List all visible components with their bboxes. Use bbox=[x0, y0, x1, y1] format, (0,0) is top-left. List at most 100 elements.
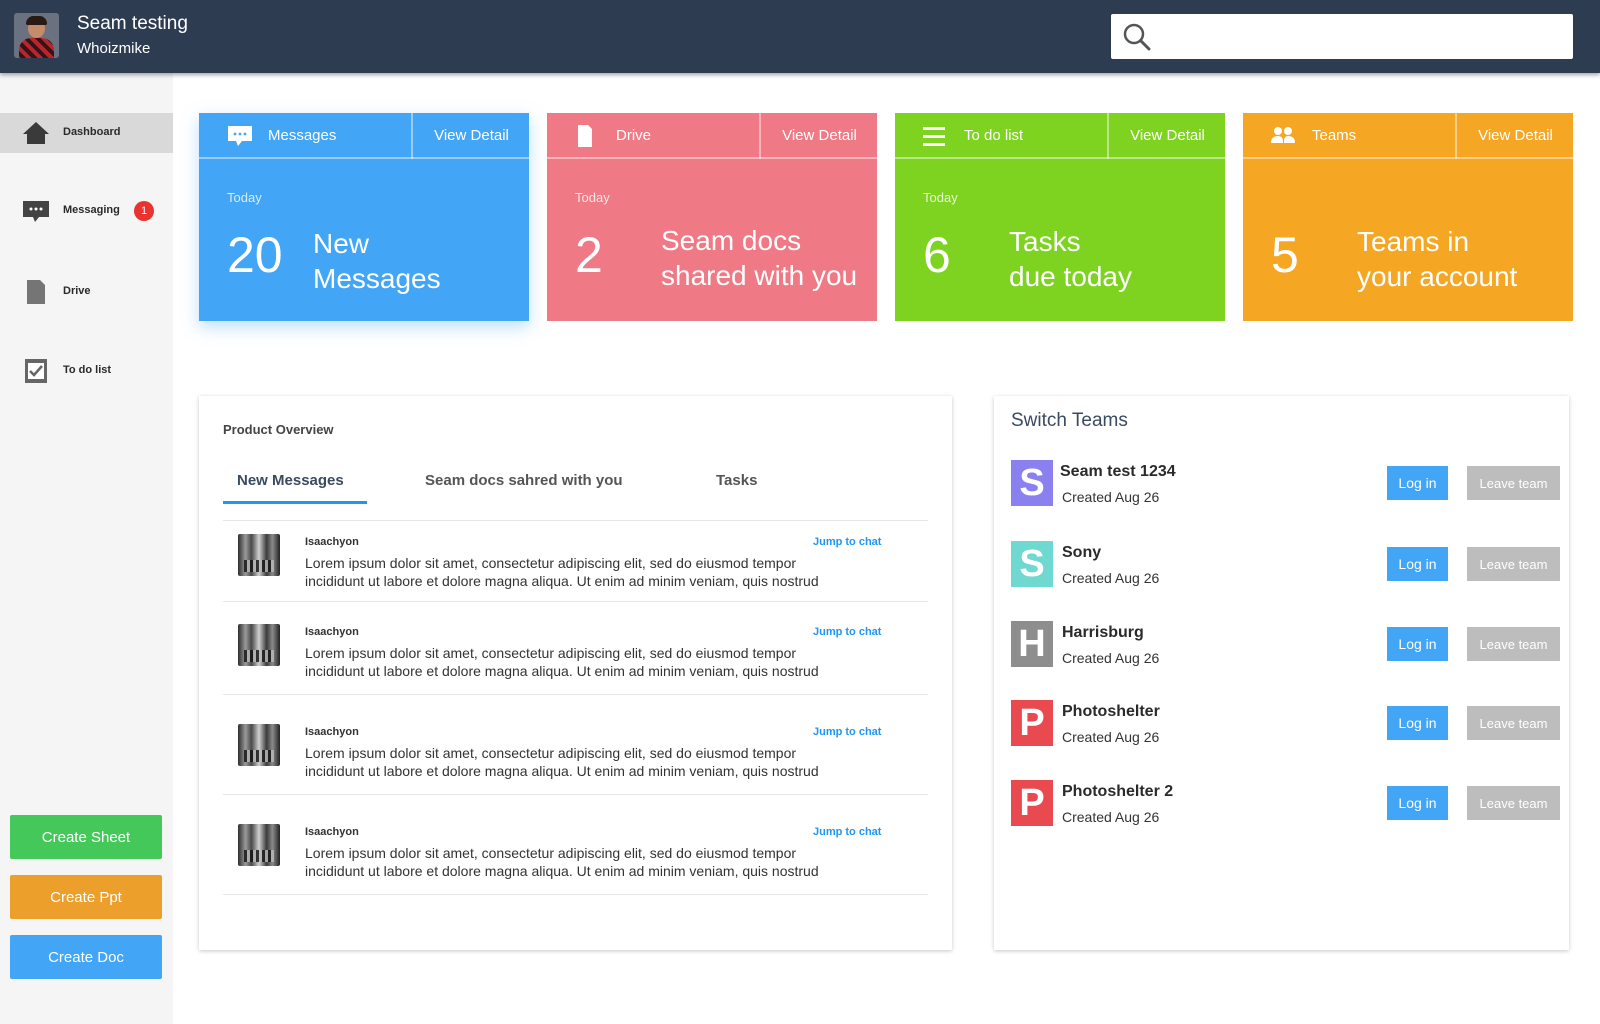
message-sender: Isaachyon bbox=[305, 536, 359, 548]
team-created: Created Aug 26 bbox=[1062, 489, 1160, 505]
switch-teams-panel: Switch Teams S Seam test 1234 Created Au… bbox=[994, 396, 1569, 950]
chat-icon bbox=[228, 126, 252, 146]
document-icon bbox=[27, 280, 45, 304]
create-sheet-button[interactable]: Create Sheet bbox=[10, 815, 162, 859]
team-created: Created Aug 26 bbox=[1062, 650, 1160, 666]
sidebar-item-label: Messaging bbox=[63, 204, 120, 216]
log-in-button[interactable]: Log in bbox=[1387, 706, 1448, 740]
panel-title: Product Overview bbox=[223, 422, 334, 437]
avatar[interactable] bbox=[14, 13, 59, 58]
search-icon[interactable] bbox=[1122, 22, 1152, 52]
leave-team-button[interactable]: Leave team bbox=[1467, 466, 1560, 500]
jump-to-chat-link[interactable]: Jump to chat bbox=[813, 826, 881, 838]
product-overview-panel: Product Overview New Messages Seam docs … bbox=[199, 396, 952, 950]
jump-to-chat-link[interactable]: Jump to chat bbox=[813, 626, 881, 638]
message-sender: Isaachyon bbox=[305, 626, 359, 638]
tab-new-messages[interactable]: New Messages bbox=[237, 472, 344, 489]
team-name: Sony bbox=[1062, 544, 1102, 561]
team-logo: S bbox=[1011, 541, 1053, 587]
card-count: 5 bbox=[1271, 227, 1299, 283]
view-detail-button[interactable]: View Detail bbox=[1458, 113, 1573, 159]
leave-team-button[interactable]: Leave team bbox=[1467, 547, 1560, 581]
card-title: To do list bbox=[964, 127, 1024, 144]
team-name: Photoshelter bbox=[1062, 703, 1160, 720]
sidebar: Dashboard Messaging 1 Drive To do list C… bbox=[0, 73, 173, 1024]
menu-icon bbox=[923, 127, 945, 146]
log-in-button[interactable]: Log in bbox=[1387, 627, 1448, 661]
team-created: Created Aug 26 bbox=[1062, 809, 1160, 825]
jump-to-chat-link[interactable]: Jump to chat bbox=[813, 536, 881, 548]
team-row: H Harrisburg Created Aug 26 Log in Leave… bbox=[1011, 621, 1560, 667]
team-name: Harrisburg bbox=[1062, 624, 1144, 641]
checkbox-icon bbox=[25, 359, 47, 383]
teams-card: Teams View Detail 5 Teams in your account bbox=[1243, 113, 1573, 321]
log-in-button[interactable]: Log in bbox=[1387, 547, 1448, 581]
card-title: Drive bbox=[616, 127, 652, 144]
log-in-button[interactable]: Log in bbox=[1387, 786, 1448, 820]
team-logo: P bbox=[1011, 700, 1053, 746]
sidebar-item-messaging[interactable]: Messaging 1 bbox=[0, 191, 173, 231]
sidebar-item-drive[interactable]: Drive bbox=[0, 272, 173, 312]
message-text: Lorem ipsum dolor sit amet, consectetur … bbox=[305, 555, 819, 589]
message-sender: Isaachyon bbox=[305, 826, 359, 838]
tab-tasks[interactable]: Tasks bbox=[716, 472, 757, 489]
todo-card: To do list View Detail Today 6 Tasks due … bbox=[895, 113, 1225, 321]
team-row: S Sony Created Aug 26 Log in Leave team bbox=[1011, 541, 1560, 587]
home-icon bbox=[23, 122, 49, 144]
chat-icon bbox=[23, 201, 49, 222]
team-created: Created Aug 26 bbox=[1062, 729, 1160, 745]
team-logo: P bbox=[1011, 780, 1053, 826]
create-ppt-button[interactable]: Create Ppt bbox=[10, 875, 162, 919]
top-bar: Seam testing Whoizmike bbox=[0, 0, 1600, 73]
sidebar-item-label: To do list bbox=[63, 364, 112, 376]
team-name: Photoshelter 2 bbox=[1062, 783, 1174, 800]
sidebar-item-label: Dashboard bbox=[63, 126, 121, 138]
card-period: Today bbox=[923, 190, 958, 205]
card-count: 2 bbox=[575, 227, 603, 283]
message-thumbnail bbox=[238, 624, 280, 666]
document-icon bbox=[578, 125, 592, 147]
card-period: Today bbox=[575, 190, 610, 205]
drive-card: Drive View Detail Today 2 Seam docs share… bbox=[547, 113, 877, 321]
user-name: Seam testing bbox=[77, 13, 188, 34]
messages-card: Messages View Detail Today 20 New Message… bbox=[199, 113, 529, 321]
card-count: 20 bbox=[227, 227, 283, 283]
panel-title: Switch Teams bbox=[1011, 410, 1128, 431]
search-input[interactable] bbox=[1111, 14, 1573, 59]
sidebar-item-todo[interactable]: To do list bbox=[0, 351, 173, 391]
jump-to-chat-link[interactable]: Jump to chat bbox=[813, 726, 881, 738]
tab-seam-docs[interactable]: Seam docs sahred with you bbox=[425, 472, 623, 489]
user-handle: Whoizmike bbox=[77, 40, 151, 57]
message-thumbnail bbox=[238, 724, 280, 766]
team-created: Created Aug 26 bbox=[1062, 570, 1160, 586]
message-sender: Isaachyon bbox=[305, 726, 359, 738]
unread-badge: 1 bbox=[134, 201, 154, 221]
card-description: Seam docs shared with you bbox=[661, 225, 858, 291]
sidebar-item-dashboard[interactable]: Dashboard bbox=[0, 113, 173, 153]
team-row: P Photoshelter 2 Created Aug 26 Log in L… bbox=[1011, 780, 1560, 826]
view-detail-button[interactable]: View Detail bbox=[414, 113, 529, 159]
view-detail-button[interactable]: View Detail bbox=[1110, 113, 1225, 159]
card-title: Teams bbox=[1312, 127, 1357, 144]
leave-team-button[interactable]: Leave team bbox=[1467, 706, 1560, 740]
sidebar-item-label: Drive bbox=[63, 285, 91, 297]
card-description: Teams in your account bbox=[1357, 226, 1518, 292]
team-logo: H bbox=[1011, 621, 1053, 667]
team-name: Seam test 1234 bbox=[1060, 463, 1176, 480]
log-in-button[interactable]: Log in bbox=[1387, 466, 1448, 500]
message-text: Lorem ipsum dolor sit amet, consectetur … bbox=[305, 845, 819, 879]
message-thumbnail bbox=[238, 534, 280, 576]
team-row: P Photoshelter Created Aug 26 Log in Lea… bbox=[1011, 700, 1560, 746]
card-description: Tasks due today bbox=[1009, 226, 1132, 292]
create-doc-button[interactable]: Create Doc bbox=[10, 935, 162, 979]
leave-team-button[interactable]: Leave team bbox=[1467, 786, 1560, 820]
card-period: Today bbox=[227, 190, 262, 205]
message-text: Lorem ipsum dolor sit amet, consectetur … bbox=[305, 645, 819, 679]
active-tab-indicator bbox=[223, 501, 367, 504]
view-detail-button[interactable]: View Detail bbox=[762, 113, 877, 159]
team-logo: S bbox=[1011, 460, 1053, 506]
users-icon bbox=[1271, 127, 1295, 143]
leave-team-button[interactable]: Leave team bbox=[1467, 627, 1560, 661]
team-row: S Seam test 1234 Created Aug 26 Log in L… bbox=[1011, 460, 1560, 506]
message-thumbnail bbox=[238, 824, 280, 866]
